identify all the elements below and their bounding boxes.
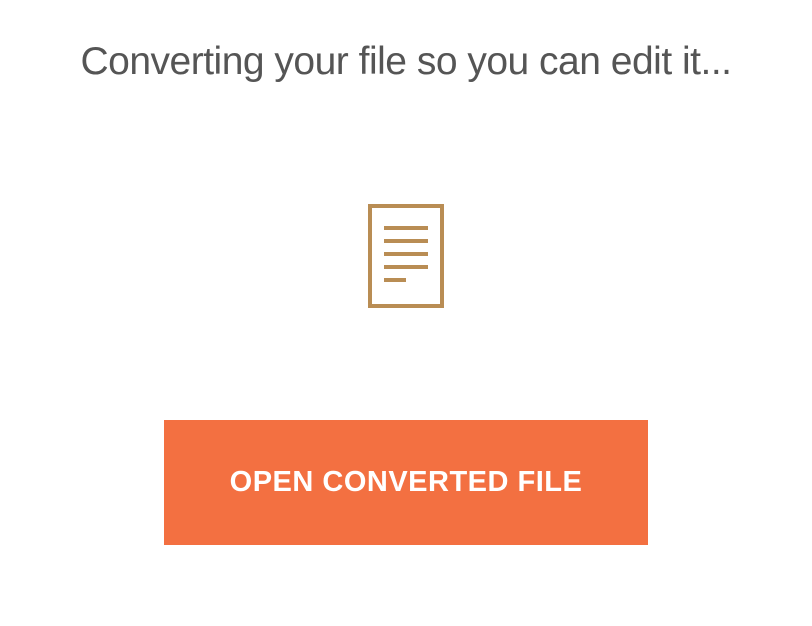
open-converted-file-button[interactable]: OPEN CONVERTED FILE [164, 420, 648, 545]
document-icon-container [368, 204, 444, 308]
open-button-label: OPEN CONVERTED FILE [230, 466, 583, 499]
document-icon [368, 204, 444, 308]
page-title: Converting your file so you can edit it.… [80, 40, 731, 84]
